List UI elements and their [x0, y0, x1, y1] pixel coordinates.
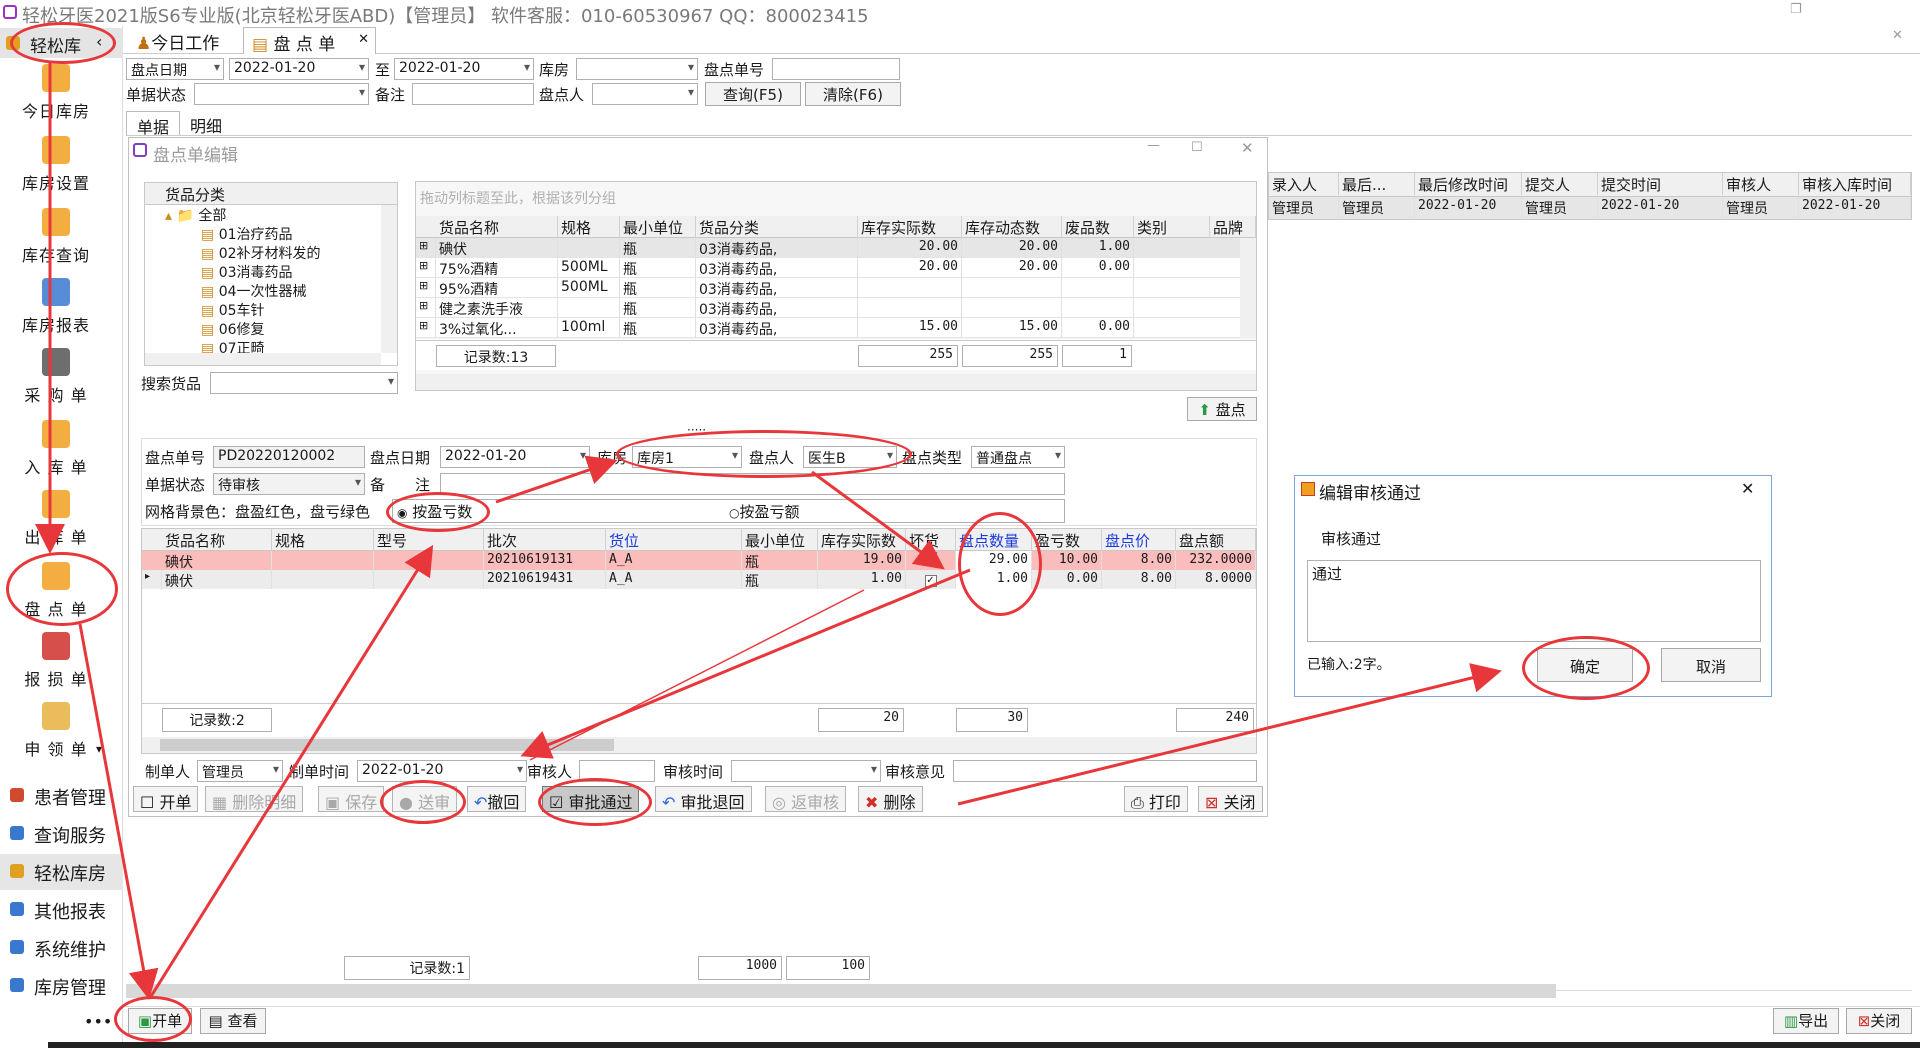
annotation-arrow — [495, 455, 618, 504]
annotation-arrows — [35, 62, 1502, 1000]
annotation-arrow — [520, 568, 971, 759]
annotation-arrow — [957, 663, 1502, 806]
annotation-arrow — [811, 470, 945, 570]
annotation-arrow — [78, 623, 159, 1000]
annotation-arrow — [529, 589, 865, 761]
annotation-arrow — [148, 544, 434, 999]
